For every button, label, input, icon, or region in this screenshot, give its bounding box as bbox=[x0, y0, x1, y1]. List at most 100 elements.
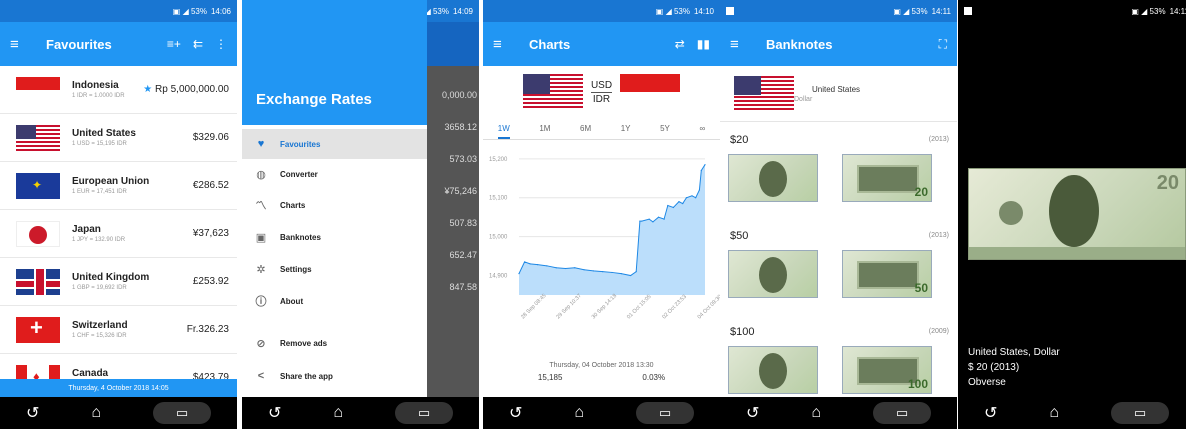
range-tab[interactable]: ∞ bbox=[699, 120, 705, 139]
banknote-image[interactable]: 20 bbox=[968, 168, 1186, 260]
page-title: Banknotes bbox=[766, 36, 833, 52]
drawer-item-remove-ads[interactable]: ⊘ Remove ads bbox=[242, 328, 427, 358]
data-point bbox=[518, 273, 520, 275]
currency-amount: ¥37,623 bbox=[192, 228, 229, 239]
reorder-icon[interactable]: ⇇ bbox=[193, 37, 203, 51]
currency-value: $329.06 bbox=[193, 132, 229, 143]
obverse-image[interactable] bbox=[728, 346, 818, 394]
menu-icon[interactable]: ≡ bbox=[10, 36, 36, 53]
currency-country: United States bbox=[72, 128, 136, 139]
note-year: (2013) bbox=[928, 232, 949, 239]
note-number: 50 bbox=[914, 281, 928, 295]
obverse-image[interactable] bbox=[728, 154, 818, 202]
recents-icon[interactable]: ▭ bbox=[636, 402, 694, 424]
to-currency-flag[interactable] bbox=[620, 74, 681, 110]
note-number: 20 bbox=[914, 185, 928, 199]
data-point bbox=[704, 164, 706, 166]
note-number: 100 bbox=[907, 377, 928, 391]
data-point bbox=[592, 270, 594, 272]
reverse-image[interactable]: 100 bbox=[842, 346, 932, 394]
menu-icon[interactable]: ≡ bbox=[730, 36, 756, 53]
caption-currency: United States, Dollar bbox=[968, 347, 1060, 358]
chart-point-info: Thursday, 04 October 2018 13:30 15,185 0… bbox=[483, 362, 720, 382]
drawer-item-label: Banknotes bbox=[280, 232, 321, 242]
back-icon[interactable]: ↺ bbox=[746, 403, 759, 423]
home-icon[interactable]: ⌂ bbox=[91, 404, 101, 422]
from-currency-flag[interactable] bbox=[522, 74, 583, 110]
home-icon[interactable]: ⌂ bbox=[811, 404, 821, 422]
menu-icon[interactable]: ≡ bbox=[493, 36, 519, 53]
system-nav-bar: ↺ ⌂ ▭ bbox=[958, 397, 1186, 429]
currency-row[interactable]: Indonesia 1 IDR = 1.0000 IDR ★ Rp 5,000,00… bbox=[0, 66, 237, 114]
dimmed-content[interactable]: 0,000.00 3658.12 573.03 ¥75,246 507.83 652.47… bbox=[427, 22, 479, 397]
fullscreen-icon[interactable]: ⛶ bbox=[939, 37, 947, 52]
range-tab[interactable]: 6M bbox=[580, 120, 591, 139]
drawer-item-label: Share the app bbox=[280, 371, 333, 381]
back-icon[interactable]: ↺ bbox=[984, 403, 997, 423]
home-icon[interactable]: ⌂ bbox=[1049, 404, 1059, 422]
banknotes-icon: ▣ bbox=[255, 231, 267, 244]
x-tick-label: 04 Oct 09:30 bbox=[697, 294, 720, 321]
currency-row[interactable]: United Kingdom 1 GBP = 19,692 IDR £253.92 bbox=[0, 258, 237, 306]
range-tab[interactable]: 5Y bbox=[660, 120, 670, 139]
recents-icon[interactable]: ▭ bbox=[1111, 402, 1169, 424]
flag-icon bbox=[16, 220, 60, 247]
reverse-image[interactable]: 50 bbox=[842, 250, 932, 298]
currency-row[interactable]: Switzerland 1 CHF = 15,326 IDR Fr.326.23 bbox=[0, 306, 237, 354]
currency-flag[interactable] bbox=[734, 75, 794, 112]
data-point bbox=[657, 216, 660, 218]
recents-icon[interactable]: ▭ bbox=[395, 402, 453, 424]
currency-amount: €286.52 bbox=[192, 180, 229, 191]
reverse-image[interactable]: 20 bbox=[842, 154, 932, 202]
rate-chart[interactable]: 14,900 15,000 15,100 15,200 28 Sep 08:45 29 S… bbox=[483, 145, 720, 355]
drawer-item-settings[interactable]: ✲ Settings bbox=[242, 254, 427, 284]
drawer-item-charts[interactable]: 〽 Charts bbox=[242, 190, 427, 220]
currency-row[interactable]: Japan 1 JPY = 132.90 IDR ¥37,623 bbox=[0, 210, 237, 258]
drawer-item-converter[interactable]: ◍ Converter bbox=[242, 159, 427, 189]
data-point bbox=[620, 273, 622, 275]
drawer-screen: ▣ ◢ 53% 14:09 0,000.00 3658.12 573.03 ¥75,2… bbox=[242, 0, 479, 429]
back-icon[interactable]: ↺ bbox=[26, 403, 39, 423]
status-bar: ▣ ◢ 53% 14:10 bbox=[483, 0, 720, 22]
y-tick-label: 15,000 bbox=[489, 235, 508, 241]
page-title: Charts bbox=[529, 36, 571, 52]
x-tick-label: 01 Oct 15:05 bbox=[626, 294, 653, 321]
range-tab[interactable]: 1M bbox=[539, 120, 550, 139]
currency-amount: Fr.326.23 bbox=[186, 324, 229, 335]
banknotes-screen: ▣ ◢ 53% 14:11 ≡ Banknotes ⛶ United State… bbox=[720, 0, 957, 429]
data-point bbox=[630, 274, 632, 277]
range-tab[interactable]: 1Y bbox=[621, 120, 631, 139]
note-number: 20 bbox=[1156, 172, 1179, 194]
banknote-row[interactable]: $50 (2013) 50 bbox=[720, 220, 957, 315]
system-nav-bar: ↺ ⌂ ▭ bbox=[242, 397, 479, 429]
more-options-icon[interactable]: ⋮ bbox=[215, 37, 227, 51]
range-tab[interactable]: 1W bbox=[497, 120, 510, 139]
banknote-row[interactable]: $20 (2013) 20 bbox=[720, 124, 957, 219]
home-icon[interactable]: ⌂ bbox=[574, 404, 584, 422]
drawer-item-share-the-app[interactable]: < Share the app bbox=[242, 361, 427, 391]
currency-name: Dollar bbox=[794, 95, 813, 103]
back-icon[interactable]: ↺ bbox=[268, 403, 281, 423]
home-icon[interactable]: ⌂ bbox=[333, 404, 343, 422]
recents-icon[interactable]: ▭ bbox=[873, 402, 931, 424]
currency-row[interactable]: United States 1 USD = 15,195 IDR $329.06 bbox=[0, 114, 237, 162]
banknote-currency-selector[interactable]: United States Dollar bbox=[720, 66, 957, 122]
drawer-item-banknotes[interactable]: ▣ Banknotes bbox=[242, 222, 427, 252]
chart-type-icon[interactable]: ▮▮ bbox=[697, 37, 710, 51]
currency-value: £253.92 bbox=[193, 276, 229, 287]
swap-icon[interactable]: ⇄ bbox=[675, 37, 685, 51]
drawer-header: Exchange Rates bbox=[242, 0, 427, 125]
denomination: $100 bbox=[730, 326, 755, 338]
currency-rate: 1 IDR = 1.0000 IDR bbox=[72, 93, 125, 99]
drawer-item-favourites[interactable]: ♥ Favourites bbox=[242, 129, 427, 159]
back-icon[interactable]: ↺ bbox=[509, 403, 522, 423]
data-point bbox=[648, 218, 650, 220]
currency-row[interactable]: European Union 1 EUR = 17,451 IDR €286.52 bbox=[0, 162, 237, 210]
obverse-image[interactable] bbox=[728, 250, 818, 298]
update-time-bar: Thursday, 4 October 2018 14:05 bbox=[0, 379, 237, 397]
currency-pair: USD IDR bbox=[590, 80, 613, 105]
add-currency-icon[interactable]: ≡+ bbox=[167, 37, 181, 51]
currency-rate: 1 CHF = 15,326 IDR bbox=[72, 333, 127, 339]
drawer-item-about[interactable]: ⓘ About bbox=[242, 286, 427, 316]
recents-icon[interactable]: ▭ bbox=[153, 402, 211, 424]
